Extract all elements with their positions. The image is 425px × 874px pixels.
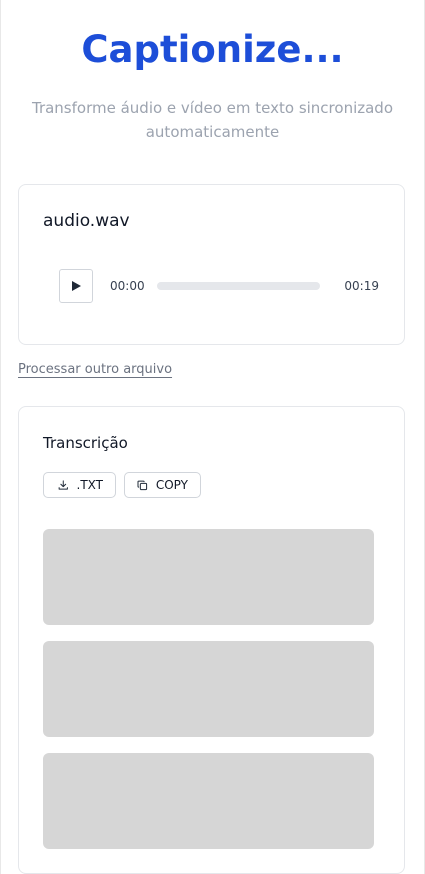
transcript-placeholder-block: [43, 529, 374, 625]
transcript-placeholder-block: [43, 641, 374, 737]
copy-icon: [137, 480, 148, 490]
play-button[interactable]: [59, 269, 93, 303]
total-time: 00:19: [344, 279, 379, 293]
current-time: 00:00: [110, 279, 145, 293]
process-other-file-link[interactable]: Processar outro arquivo: [18, 362, 172, 377]
audio-card: audio.wav 00:00 00:19: [18, 184, 405, 345]
audio-progress-bar[interactable]: [157, 282, 320, 290]
transcript-placeholder-block: [43, 753, 374, 849]
transcript-title: Transcrição: [43, 434, 128, 452]
copy-button[interactable]: COPY: [124, 472, 201, 498]
copy-label: COPY: [155, 478, 188, 492]
app-title: Captionize...: [81, 28, 344, 71]
transcript-card: Transcrição .TXT COPY: [18, 406, 405, 874]
download-icon: [58, 480, 68, 490]
page: Captionize... Transforme áudio e vídeo e…: [0, 0, 425, 874]
audio-filename: audio.wav: [43, 211, 130, 231]
app-subtitle: Transforme áudio e vídeo em texto sincro…: [31, 99, 394, 141]
play-icon: [72, 281, 81, 291]
download-txt-button[interactable]: .TXT: [43, 472, 116, 498]
download-txt-label: .TXT: [76, 478, 103, 492]
audio-player: 00:00 00:19: [59, 269, 379, 305]
page-border-left: [0, 0, 1, 874]
